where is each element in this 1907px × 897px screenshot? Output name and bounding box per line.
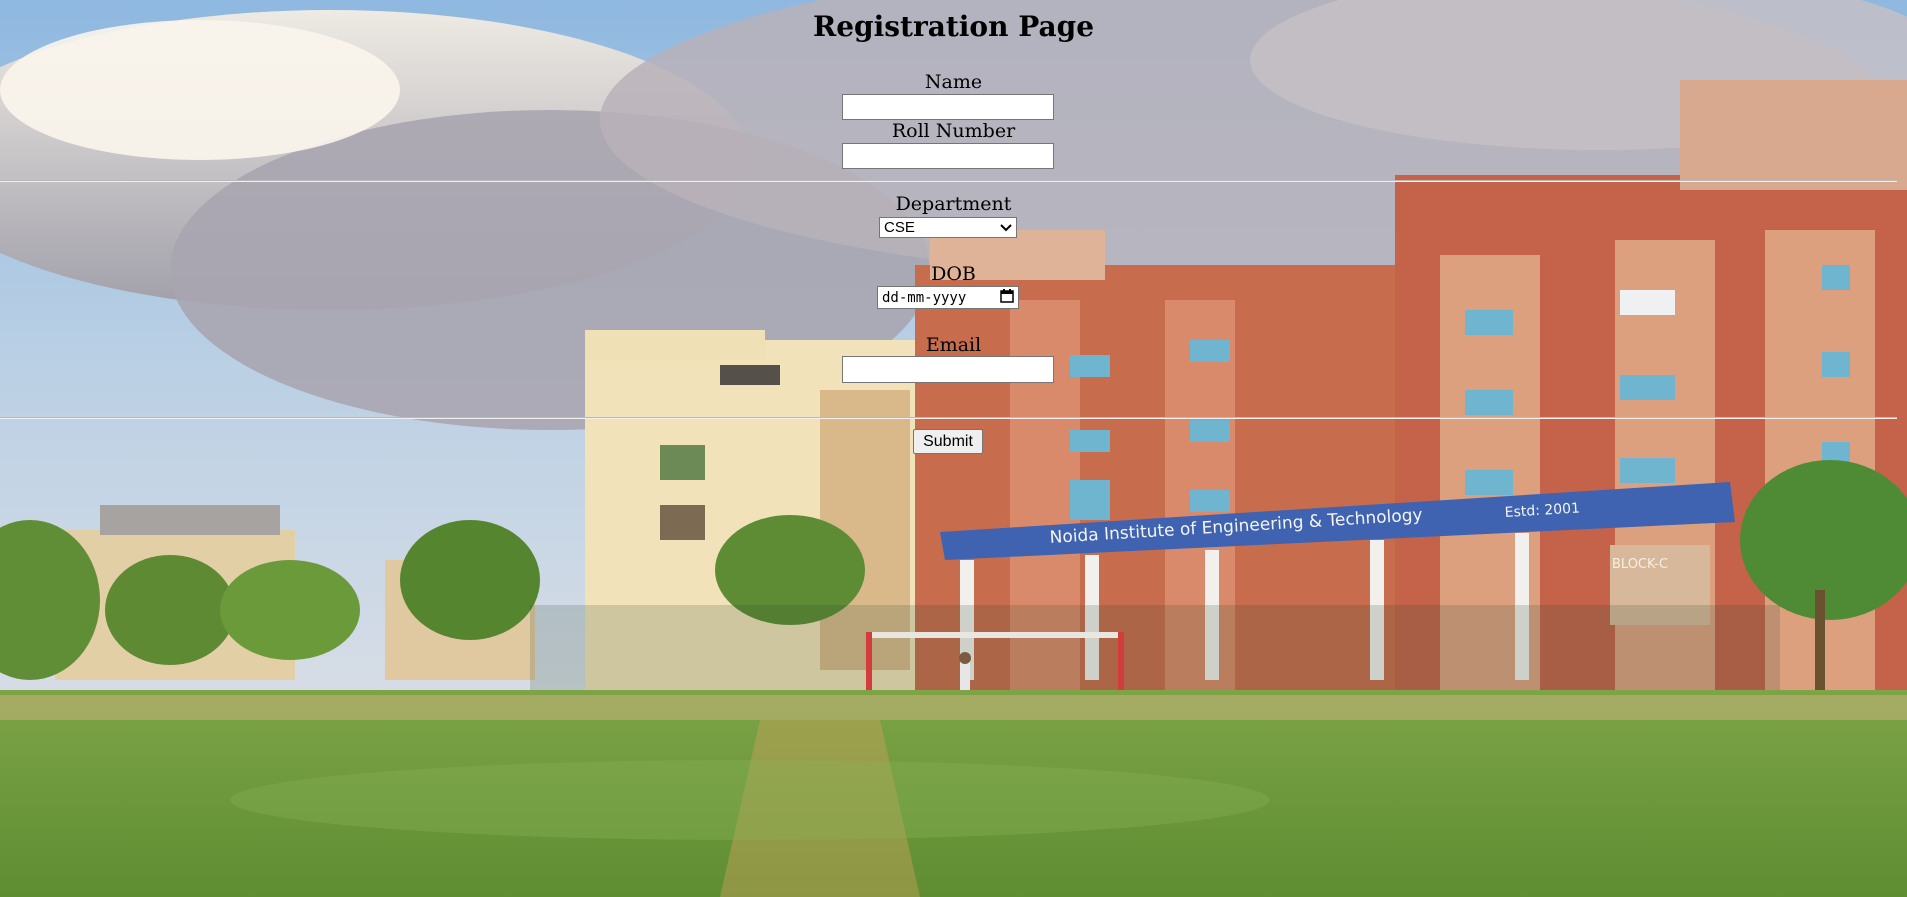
dob-placeholder: dd-mm-yyyy — [882, 289, 967, 306]
email-label: Email — [925, 334, 982, 356]
roll-number-label: Roll Number — [891, 120, 1016, 142]
registration-page: Registration Page Name Roll Number Depar… — [0, 0, 1907, 897]
roll-number-input[interactable] — [842, 143, 1054, 169]
department-select[interactable]: CSE — [879, 217, 1017, 238]
calendar-icon[interactable] — [1000, 288, 1014, 307]
name-label: Name — [924, 71, 983, 93]
page-title: Registration Page — [812, 10, 1095, 43]
divider-top — [0, 180, 1897, 182]
dob-label: DOB — [931, 263, 976, 285]
email-input[interactable] — [842, 356, 1054, 383]
chevron-down-icon — [1000, 219, 1012, 236]
dob-date-input[interactable]: dd-mm-yyyy — [877, 286, 1019, 309]
submit-button[interactable]: Submit — [913, 429, 983, 454]
name-input[interactable] — [842, 94, 1054, 120]
department-label: Department — [895, 193, 1012, 215]
divider-bottom — [0, 417, 1897, 419]
department-selected-value: CSE — [884, 219, 915, 236]
